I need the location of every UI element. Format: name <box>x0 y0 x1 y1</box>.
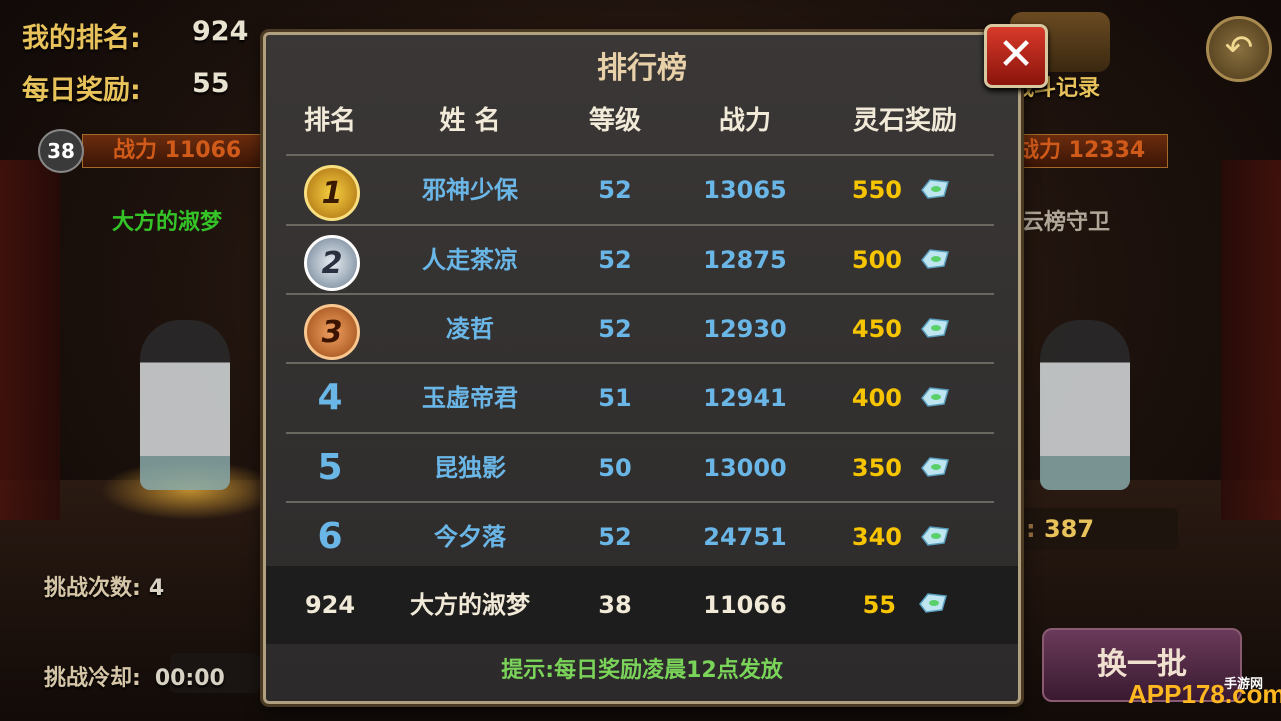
leaderboard-row[interactable]: 5 昆独影 50 13000 350 <box>286 432 994 502</box>
player-power: 12875 <box>703 246 787 274</box>
daily-reward-info: 每日奖励: 55 <box>22 68 230 107</box>
player-power: 13065 <box>703 176 787 204</box>
reward-amount: 550 <box>851 176 902 204</box>
player-level: 52 <box>598 176 632 204</box>
spirit-stone-icon <box>921 387 949 407</box>
my-power: 11066 <box>703 591 787 619</box>
spirit-stone-icon <box>921 526 949 546</box>
header-power: 战力 <box>718 106 771 136</box>
header-name: 姓 名 <box>439 106 501 136</box>
player-level: 50 <box>598 454 632 482</box>
player-level: 51 <box>598 384 632 412</box>
player-level: 52 <box>598 523 632 551</box>
my-rank-row: 924 大方的淑梦 38 11066 55 <box>266 566 1018 644</box>
right-power-bar: 战力 12334 <box>1016 134 1168 168</box>
left-curtain <box>0 160 60 520</box>
right-curtain <box>1221 160 1281 520</box>
watermark-logo: APP178.com 手游网 <box>1128 672 1281 716</box>
my-rank-info: 我的排名: 924 <box>22 16 248 55</box>
back-arrow-icon: ↶ <box>1224 28 1254 68</box>
watermark-small-text: 手游网 <box>1224 676 1264 691</box>
header-rank: 排名 <box>303 106 356 136</box>
challenge-count-value: 4 <box>148 576 165 601</box>
right-character-sprite[interactable] <box>1040 320 1130 490</box>
player-level: 52 <box>598 315 632 343</box>
leaderboard-row[interactable]: 3 凌哲 52 12930 450 <box>286 293 994 363</box>
panel-title: 排行榜 <box>597 51 687 86</box>
left-power-text: 战力 11066 <box>113 138 242 163</box>
rank-number: 4 <box>317 377 343 418</box>
player-power: 12930 <box>703 315 787 343</box>
leaderboard-row[interactable]: 2 人走茶凉 52 12875 500 <box>286 224 994 294</box>
player-level-badge: 38 <box>38 129 84 173</box>
spirit-stone-icon <box>921 179 949 199</box>
reward-amount: 350 <box>851 454 902 482</box>
reward-amount: 500 <box>851 246 902 274</box>
player-name: 邪神少保 <box>422 176 518 204</box>
header-reward: 灵石奖励 <box>852 106 957 136</box>
my-level: 38 <box>598 591 632 619</box>
daily-reward-value: 55 <box>192 68 230 99</box>
bronze-medal-icon: 3 <box>304 304 360 360</box>
challenge-cooldown: 挑战冷却: 00:00 <box>44 660 225 692</box>
reward-amount: 340 <box>851 523 902 551</box>
challenge-count: 挑战次数: 4 <box>44 570 164 602</box>
leaderboard-row[interactable]: 6 今夕落 52 24751 340 <box>286 501 994 571</box>
my-rank: 924 <box>304 591 356 619</box>
player-name: 昆独影 <box>434 454 506 482</box>
silver-medal-icon: 2 <box>304 235 360 291</box>
close-button[interactable]: ✕ <box>984 24 1048 88</box>
my-name: 大方的淑梦 <box>410 591 530 619</box>
rank-number: 6 <box>317 516 343 557</box>
leaderboard-row[interactable]: 4 玉虚帝君 51 12941 400 <box>286 362 994 432</box>
challenge-count-label: 挑战次数: <box>44 576 141 601</box>
right-rank-value: 387 <box>1043 515 1095 543</box>
player-power: 24751 <box>703 523 787 551</box>
player-power: 12941 <box>703 384 787 412</box>
player-power: 13000 <box>703 454 787 482</box>
reward-amount: 400 <box>851 384 902 412</box>
player-level: 52 <box>598 246 632 274</box>
left-character-sprite[interactable] <box>140 320 230 490</box>
spirit-stone-icon <box>921 457 949 477</box>
daily-reward-label: 每日奖励: <box>22 75 141 106</box>
right-power-text: 战力 12334 <box>1017 138 1146 163</box>
spirit-stone-icon <box>921 249 949 269</box>
my-reward: 55 <box>862 591 896 619</box>
leaderboard-row[interactable]: 1 邪神少保 52 13065 550 <box>286 154 994 224</box>
left-character-name: 大方的淑梦 <box>112 210 223 235</box>
my-rank-label: 我的排名: <box>22 23 141 54</box>
close-x-icon: ✕ <box>997 29 1035 80</box>
gold-medal-icon: 1 <box>304 165 360 221</box>
back-button[interactable]: ↶ <box>1206 16 1272 82</box>
spirit-stone-icon <box>921 318 949 338</box>
rank-number: 5 <box>317 447 343 488</box>
player-name: 今夕落 <box>434 523 506 551</box>
player-name: 玉虚帝君 <box>422 384 518 412</box>
my-rank-value: 924 <box>192 16 249 47</box>
challenge-cooldown-label: 挑战冷却: <box>44 666 141 691</box>
reward-tip: 提示:每日奖励凌晨12点发放 <box>501 658 783 683</box>
player-name: 人走茶凉 <box>422 246 518 274</box>
spirit-stone-icon <box>919 593 947 613</box>
player-name: 凌哲 <box>446 315 494 343</box>
reward-amount: 450 <box>851 315 902 343</box>
challenge-cooldown-value: 00:00 <box>154 666 225 691</box>
header-level: 等级 <box>588 106 641 136</box>
